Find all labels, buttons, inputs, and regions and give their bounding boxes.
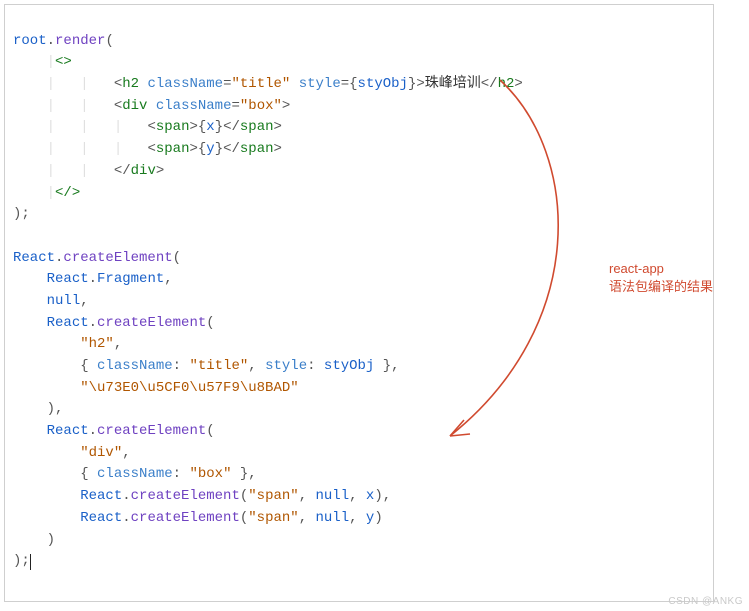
prop-className: className xyxy=(97,466,173,482)
attr-style: style xyxy=(299,76,341,92)
ident-root: root xyxy=(13,33,47,49)
ident-styObj: styObj xyxy=(324,358,374,374)
ident-styObj: styObj xyxy=(358,76,408,92)
annotation-label: react-app 语法包编译的结果 xyxy=(609,260,713,296)
fn-createElement: createElement xyxy=(131,510,240,526)
tag-span: span xyxy=(156,141,190,157)
semicolon: ; xyxy=(21,553,29,569)
prop-style: style xyxy=(265,358,307,374)
tag-div-close: div xyxy=(131,163,156,179)
fn-createElement: createElement xyxy=(97,423,206,439)
fn-createElement: createElement xyxy=(97,315,206,331)
jsx-text: 珠峰培训 xyxy=(425,76,481,92)
jsx-fragment-close: </> xyxy=(55,185,80,201)
tag-h2: h2 xyxy=(122,76,139,92)
jsx-fragment-open: <> xyxy=(55,54,72,70)
tag-div: div xyxy=(122,98,147,114)
literal-null: null xyxy=(47,293,81,309)
fn-render: render xyxy=(55,33,105,49)
fn-createElement: createElement xyxy=(131,488,240,504)
string-title: "title" xyxy=(189,358,248,374)
string-h2: "h2" xyxy=(80,336,114,352)
angle-open: < xyxy=(114,76,122,92)
paren-open: ( xyxy=(105,33,113,49)
ident-Fragment: Fragment xyxy=(97,271,164,287)
string-span: "span" xyxy=(248,510,298,526)
literal-null: null xyxy=(316,510,350,526)
string-span: "span" xyxy=(248,488,298,504)
text-cursor xyxy=(30,554,31,570)
ident-React: React xyxy=(13,250,55,266)
string-unicode-escape: "\u73E0\u5CF0\u57F9\u8BAD" xyxy=(80,380,298,396)
fn-createElement: createElement xyxy=(63,250,172,266)
code-editor-panel: root.render( |<> | | <h2 className="titl… xyxy=(4,4,714,602)
annotation-line2: 语法包编译的结果 xyxy=(609,278,713,296)
attr-className: className xyxy=(156,98,232,114)
attr-className: className xyxy=(147,76,223,92)
string-box: "box" xyxy=(189,466,231,482)
attr-value-title: "title" xyxy=(232,76,291,92)
prop-className: className xyxy=(97,358,173,374)
tag-span: span xyxy=(156,119,190,135)
semicolon: ; xyxy=(21,206,29,222)
ident-React: React xyxy=(47,315,89,331)
ident-React: React xyxy=(47,423,89,439)
ident-x: x xyxy=(206,119,214,135)
string-div: "div" xyxy=(80,445,122,461)
ident-y: y xyxy=(206,141,214,157)
attr-value-box: "box" xyxy=(240,98,282,114)
ident-React: React xyxy=(80,510,122,526)
dot: . xyxy=(47,33,55,49)
ident-React: React xyxy=(47,271,89,287)
annotation-line1: react-app xyxy=(609,260,713,278)
literal-null: null xyxy=(316,488,350,504)
ident-React: React xyxy=(80,488,122,504)
